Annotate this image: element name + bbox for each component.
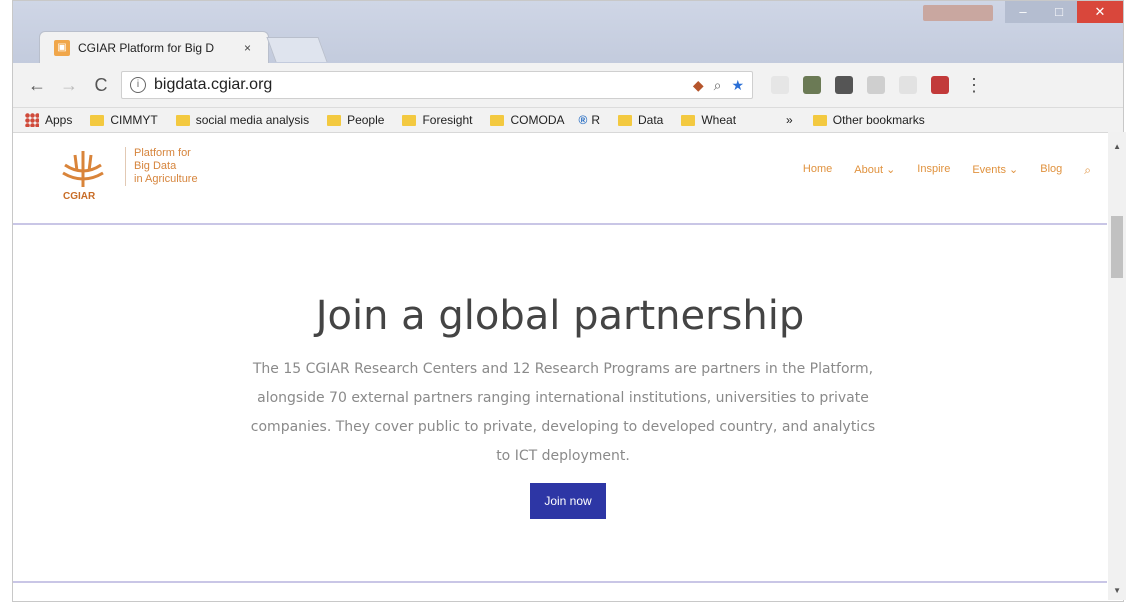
site-header: CGIAR Platform for Big Data in Agricultu… bbox=[13, 133, 1107, 225]
folder-icon bbox=[90, 114, 105, 126]
scroll-up-icon[interactable]: ▲ bbox=[1113, 142, 1121, 151]
bookmark-social-media-analysis[interactable]: social media analysis bbox=[175, 113, 310, 127]
bookmark-r[interactable]: ® R bbox=[578, 113, 600, 127]
bookmark-label: Other bookmarks bbox=[832, 113, 925, 127]
extension-camera-icon[interactable] bbox=[803, 76, 821, 94]
bookmark-label: CIMMYT bbox=[110, 113, 158, 127]
extensions-area bbox=[771, 76, 949, 94]
web-page: CGIAR Platform for Big Data in Agricultu… bbox=[13, 133, 1107, 601]
browser-tab[interactable]: ▣ CGIAR Platform for Big D × bbox=[39, 31, 269, 63]
url-text[interactable]: bigdata.cgiar.org bbox=[154, 76, 272, 94]
back-arrow-icon[interactable]: ← bbox=[23, 71, 51, 99]
bookmark-cimmyt[interactable]: CIMMYT bbox=[90, 113, 158, 127]
bookmark-star-icon[interactable]: ★ bbox=[731, 77, 744, 94]
r-logo-icon: ® bbox=[578, 113, 588, 127]
hero-description: The 15 CGIAR Research Centers and 12 Res… bbox=[250, 361, 876, 464]
apps-grid-icon bbox=[25, 113, 39, 127]
nav-events[interactable]: Events ⌄ bbox=[972, 163, 1018, 178]
hero-title: Join a global partnership bbox=[315, 293, 805, 339]
bookmark-label: COMODA bbox=[510, 113, 565, 127]
blocked-content-icon[interactable]: ◆ bbox=[693, 77, 704, 94]
site-info-icon[interactable]: i bbox=[130, 77, 146, 93]
nav-inspire[interactable]: Inspire bbox=[917, 163, 950, 178]
nav-blog[interactable]: Blog bbox=[1040, 163, 1062, 178]
tagline-line: in Agriculture bbox=[134, 173, 198, 185]
user-profile-badge[interactable] bbox=[923, 5, 993, 21]
bookmark-label: R bbox=[591, 113, 600, 127]
page-scrollbar[interactable] bbox=[1108, 132, 1126, 600]
title-bar: ▣ CGIAR Platform for Big D × – □ ✕ bbox=[13, 1, 1123, 63]
tagline-line: Big Data bbox=[134, 160, 177, 172]
tab-title: CGIAR Platform for Big D bbox=[78, 40, 215, 55]
bookmark-comoda[interactable]: COMODA bbox=[490, 113, 564, 127]
bookmark-label: Data bbox=[638, 113, 664, 127]
folder-icon bbox=[327, 114, 342, 126]
scrollbar-thumb[interactable] bbox=[1111, 216, 1123, 278]
bookmarks-overflow-icon[interactable]: » bbox=[786, 113, 793, 127]
close-window-icon[interactable]: ✕ bbox=[1077, 1, 1123, 23]
address-bar[interactable]: i bigdata.cgiar.org ◆ ⌕ ★ bbox=[121, 71, 753, 99]
nav-about[interactable]: About ⌄ bbox=[854, 163, 895, 178]
extension-link-icon[interactable] bbox=[771, 76, 789, 94]
bookmark-foresight[interactable]: Foresight bbox=[402, 113, 472, 127]
new-tab-button[interactable] bbox=[266, 37, 328, 62]
folder-icon bbox=[175, 114, 190, 126]
omnibox-icons: ◆ ⌕ ★ bbox=[693, 77, 744, 94]
favicon-icon: ▣ bbox=[54, 39, 70, 56]
tab-close-icon[interactable]: × bbox=[244, 41, 251, 55]
bookmark-label: Wheat bbox=[701, 113, 737, 127]
bookmark-people[interactable]: People bbox=[327, 113, 384, 127]
tagline-line: Platform for bbox=[134, 147, 191, 159]
join-now-button[interactable]: Join now bbox=[530, 483, 606, 519]
browser-toolbar: ← → C i bigdata.cgiar.org ◆ ⌕ ★ ⋮ bbox=[13, 63, 1123, 108]
bookmark-other-bookmarks[interactable]: Other bookmarks bbox=[812, 113, 925, 127]
folder-icon bbox=[402, 114, 417, 126]
section-divider bbox=[13, 581, 1107, 583]
bookmark-label: Foresight bbox=[422, 113, 473, 127]
minimize-icon[interactable]: – bbox=[1005, 1, 1041, 23]
browser-window: ▣ CGIAR Platform for Big D × – □ ✕ ← → C… bbox=[12, 0, 1124, 602]
site-nav: Home About ⌄ Inspire Events ⌄ Blog ⌕ bbox=[803, 163, 1091, 178]
folder-icon bbox=[490, 114, 505, 126]
extension-grid-icon[interactable] bbox=[867, 76, 885, 94]
browser-menu-icon[interactable]: ⋮ bbox=[965, 75, 983, 96]
folder-icon bbox=[681, 114, 696, 126]
nav-home[interactable]: Home bbox=[803, 163, 832, 178]
maximize-icon[interactable]: □ bbox=[1041, 1, 1077, 23]
bookmark-data[interactable]: Data bbox=[618, 113, 663, 127]
bookmarks-bar: Apps CIMMYT social media analysis People… bbox=[13, 108, 1123, 133]
search-icon[interactable]: ⌕ bbox=[1084, 163, 1091, 178]
forward-arrow-icon[interactable]: → bbox=[55, 71, 83, 99]
folder-icon bbox=[812, 114, 827, 126]
bookmark-label: Apps bbox=[45, 113, 73, 127]
scroll-down-icon[interactable]: ▼ bbox=[1113, 586, 1121, 595]
extension-square-icon[interactable] bbox=[835, 76, 853, 94]
site-tagline: Platform for Big Data in Agriculture bbox=[125, 147, 198, 186]
reload-icon[interactable]: C bbox=[87, 71, 115, 99]
folder-icon bbox=[618, 114, 632, 126]
zoom-icon[interactable]: ⌕ bbox=[714, 77, 722, 94]
window-controls: – □ ✕ bbox=[1005, 1, 1123, 23]
bookmark-apps[interactable]: Apps bbox=[25, 113, 72, 127]
bookmark-label: People bbox=[347, 113, 385, 127]
logo-text: CGIAR bbox=[63, 191, 96, 202]
extension-cast-icon[interactable] bbox=[899, 76, 917, 94]
bookmark-wheat[interactable]: Wheat bbox=[681, 113, 736, 127]
extension-red-icon[interactable] bbox=[931, 76, 949, 94]
bookmark-label: social media analysis bbox=[195, 113, 310, 127]
